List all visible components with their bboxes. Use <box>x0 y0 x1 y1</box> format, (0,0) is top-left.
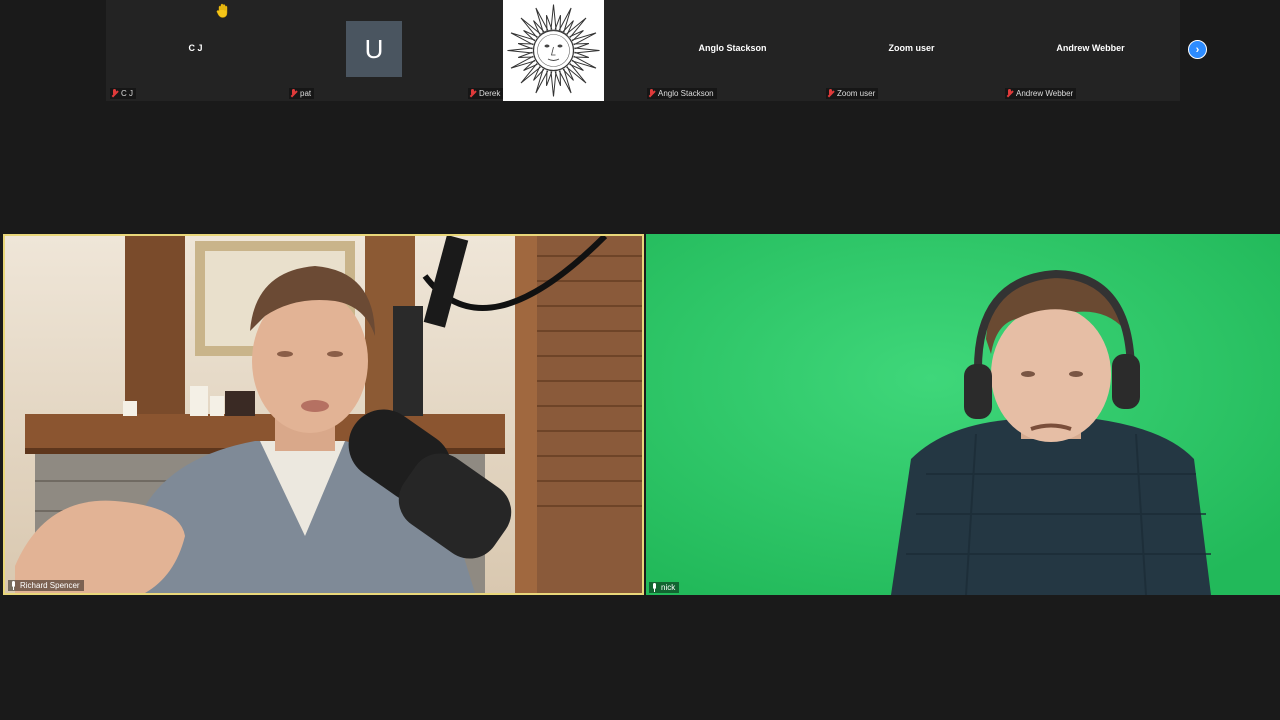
participant-tile-zoom-user[interactable]: Zoom user Zoom user <box>822 0 1001 101</box>
sun-ray <box>520 63 541 84</box>
video-tile-richard-spencer[interactable]: Richard Spencer <box>3 234 644 595</box>
participant-label-text: Richard Spencer <box>20 581 80 590</box>
participant-label-text: pat <box>300 89 312 98</box>
participant-label: Richard Spencer <box>8 580 84 591</box>
participant-label: pat <box>289 88 315 99</box>
participant-label-text: Andrew Webber <box>1016 89 1074 98</box>
sun-ray <box>566 63 587 84</box>
mic-muted-icon <box>111 89 118 98</box>
video-feed-left <box>5 236 642 593</box>
sun-ray <box>574 47 600 54</box>
participant-video-sun-emblem[interactable] <box>503 0 604 101</box>
sun-ray <box>573 42 589 50</box>
sun-emblem-icon <box>507 4 600 97</box>
raised-hand-icon <box>216 3 230 19</box>
sun-ray <box>569 30 584 42</box>
participant-tile-pat[interactable]: U pat <box>285 0 464 101</box>
sun-ray <box>571 32 597 46</box>
mic-muted-icon <box>648 89 655 98</box>
participant-label: nick <box>649 582 680 593</box>
participant-label: C J <box>110 88 136 99</box>
sun-ray <box>523 59 538 71</box>
sun-ray <box>558 68 572 94</box>
sun-ray <box>510 55 536 69</box>
participant-name: Andrew Webber <box>1056 43 1125 53</box>
participant-label-text: C J <box>121 89 133 98</box>
sun-ray <box>558 7 572 33</box>
sun-ray <box>535 7 549 33</box>
sun-ray <box>510 32 536 46</box>
participant-label: Anglo Stackson <box>647 88 717 99</box>
mic-on-icon <box>651 583 658 592</box>
mic-muted-icon <box>827 89 834 98</box>
sun-ray <box>571 55 597 69</box>
mic-muted-icon <box>469 89 476 98</box>
participant-label-text: nick <box>661 583 676 592</box>
mic-on-icon <box>10 581 17 590</box>
next-page-button[interactable]: › <box>1188 40 1207 59</box>
participant-name: Anglo Stackson <box>698 43 767 53</box>
video-feed-right <box>646 234 1280 595</box>
participant-tile-andrew-webber[interactable]: Andrew Webber Andrew Webber <box>1001 0 1180 101</box>
avatar: U <box>346 21 402 77</box>
participant-label: Andrew Webber <box>1005 88 1077 99</box>
participant-name: Zoom user <box>888 43 935 53</box>
chevron-right-icon: › <box>1195 43 1200 56</box>
sun-ray <box>550 71 557 97</box>
mic-muted-icon <box>1006 89 1013 98</box>
mic-muted-icon <box>290 89 297 98</box>
participant-tile-anglo-stackson[interactable]: Anglo Stackson Anglo Stackson <box>643 0 822 101</box>
participant-name: C J <box>188 43 203 53</box>
sun-ray <box>533 20 545 35</box>
participant-strip: C J C J U pat Derek C Anglo Stackson Ang… <box>106 0 1180 101</box>
sun-ray <box>566 17 587 38</box>
video-tile-nick[interactable]: nick <box>646 234 1280 595</box>
meeting-stage: C J C J U pat Derek C Anglo Stackson Ang… <box>0 0 1280 720</box>
sun-ray <box>535 68 549 94</box>
participant-label-text: Anglo Stackson <box>658 89 714 98</box>
participant-tile-cj[interactable]: C J C J <box>106 0 285 101</box>
participant-label: Zoom user <box>826 88 879 99</box>
sun-ray <box>520 17 541 38</box>
sun-ray <box>550 4 557 30</box>
participant-label-text: Zoom user <box>837 89 876 98</box>
sun-ray <box>562 66 574 81</box>
sun-ray <box>507 47 533 54</box>
